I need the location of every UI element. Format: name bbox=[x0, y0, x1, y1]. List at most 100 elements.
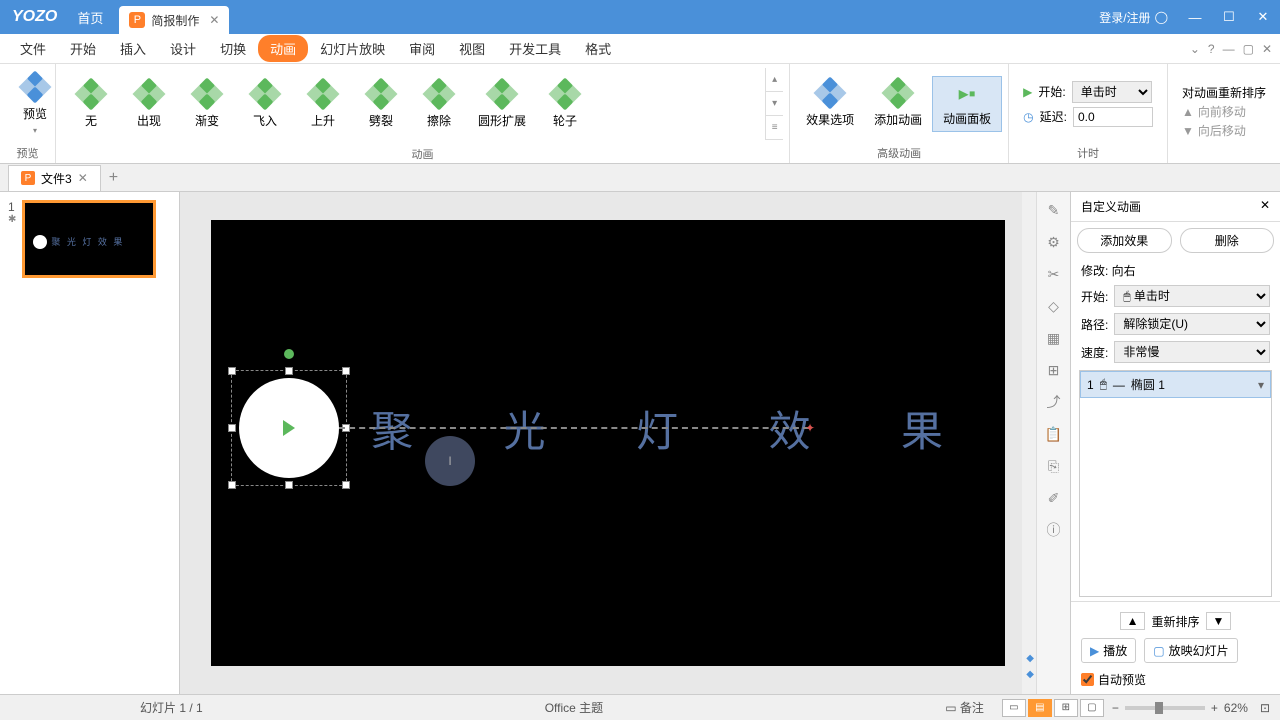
delay-icon: ◷ bbox=[1023, 110, 1033, 124]
edit-icon[interactable]: ✎ bbox=[1044, 200, 1064, 220]
anim-圆形扩展[interactable]: 圆形扩展 bbox=[468, 76, 536, 133]
add-tab-button[interactable]: + bbox=[101, 169, 126, 187]
menu-格式[interactable]: 格式 bbox=[573, 35, 623, 62]
resize-handle[interactable] bbox=[285, 481, 293, 489]
move-forward-button[interactable]: ▲向前移动 bbox=[1182, 103, 1266, 120]
auto-preview-label: 自动预览 bbox=[1098, 671, 1146, 688]
menu-动画[interactable]: 动画 bbox=[258, 35, 308, 62]
close-doc-icon[interactable]: ✕ bbox=[1262, 42, 1272, 56]
anim-渐变[interactable]: 渐变 bbox=[178, 76, 236, 133]
move-backward-button[interactable]: ▼向后移动 bbox=[1182, 122, 1266, 139]
vertical-scrollbar[interactable] bbox=[1022, 192, 1036, 694]
menu-设计[interactable]: 设计 bbox=[158, 35, 208, 62]
close-tab-icon[interactable]: ✕ bbox=[209, 13, 219, 27]
normal-view-button[interactable]: ▭ bbox=[1002, 699, 1026, 717]
restore-icon[interactable]: ▢ bbox=[1243, 42, 1254, 56]
zoom-level[interactable]: 62% bbox=[1224, 701, 1248, 715]
anim-轮子[interactable]: 轮子 bbox=[536, 76, 594, 133]
anim-无[interactable]: 无 bbox=[62, 76, 120, 133]
cut-icon[interactable]: ✂ bbox=[1044, 264, 1064, 284]
resize-handle[interactable] bbox=[342, 367, 350, 375]
effect-options-button[interactable]: 效果选项 bbox=[796, 75, 864, 132]
animation-list-item[interactable]: 1 🖱 — 椭圆 1 ▾ bbox=[1080, 371, 1271, 398]
animation-pane-button[interactable]: ▸▪ 动画面板 bbox=[932, 76, 1002, 132]
copy-icon[interactable]: ⎘ bbox=[1044, 456, 1064, 476]
grid-icon[interactable]: ▦ bbox=[1044, 328, 1064, 348]
next-slide-icon[interactable]: ◆ bbox=[1026, 669, 1034, 680]
grid2-icon[interactable]: ⊞ bbox=[1044, 360, 1064, 380]
slide-thumbnail[interactable]: 聚 光 灯 效 果 bbox=[22, 200, 156, 278]
delay-input[interactable] bbox=[1073, 107, 1153, 127]
panel-start-select[interactable]: 🖱 单击时 bbox=[1114, 285, 1270, 307]
resize-handle[interactable] bbox=[285, 367, 293, 375]
resize-handle[interactable] bbox=[228, 424, 236, 432]
add-effect-button[interactable]: 添加效果 bbox=[1077, 228, 1172, 253]
note-icon[interactable]: ✐ bbox=[1044, 488, 1064, 508]
start-select[interactable]: 单击时 bbox=[1072, 81, 1152, 103]
slideshow-button[interactable]: ▢放映幻灯片 bbox=[1144, 638, 1237, 663]
sorter-view-button[interactable]: ⊞ bbox=[1054, 699, 1078, 717]
zoom-slider[interactable] bbox=[1125, 706, 1205, 710]
anim-上升[interactable]: 上升 bbox=[294, 76, 352, 133]
play-button[interactable]: ▶播放 bbox=[1081, 638, 1136, 663]
slide-canvas[interactable]: 聚 光 灯 效 果 ✦ I bbox=[211, 220, 1005, 666]
menu-幻灯片放映[interactable]: 幻灯片放映 bbox=[308, 35, 397, 62]
outline-view-button[interactable]: ▤ bbox=[1028, 699, 1052, 717]
menu-开始[interactable]: 开始 bbox=[58, 35, 108, 62]
gallery-up-icon[interactable]: ▴ bbox=[766, 68, 783, 92]
file-tab[interactable]: P 文件3 ✕ bbox=[8, 165, 101, 191]
path-start-icon[interactable] bbox=[283, 420, 295, 436]
notes-button[interactable]: ▭ 备注 bbox=[945, 699, 984, 716]
menu-视图[interactable]: 视图 bbox=[447, 35, 497, 62]
menu-文件[interactable]: 文件 bbox=[8, 35, 58, 62]
menu-插入[interactable]: 插入 bbox=[108, 35, 158, 62]
panel-path-select[interactable]: 解除锁定(U) bbox=[1114, 313, 1270, 335]
zoom-out-button[interactable]: − bbox=[1112, 701, 1119, 715]
minimize-ribbon-icon[interactable]: — bbox=[1223, 42, 1235, 56]
eraser-icon[interactable]: ◇ bbox=[1044, 296, 1064, 316]
reorder-down-icon[interactable]: ▼ bbox=[1206, 612, 1232, 630]
export-icon[interactable]: ⤴ bbox=[1044, 392, 1064, 412]
anim-出现[interactable]: 出现 bbox=[120, 76, 178, 133]
document-tab[interactable]: P 简报制作 ✕ bbox=[119, 6, 229, 34]
settings-icon[interactable]: ⚙ bbox=[1044, 232, 1064, 252]
resize-handle[interactable] bbox=[228, 481, 236, 489]
item-dropdown-icon[interactable]: ▾ bbox=[1258, 378, 1264, 392]
zoom-in-button[interactable]: + bbox=[1211, 701, 1218, 715]
gallery-more-icon[interactable]: ≡ bbox=[766, 116, 783, 140]
help-icon[interactable]: ? bbox=[1208, 42, 1215, 56]
path-end-icon[interactable]: ✦ bbox=[805, 421, 815, 435]
menu-开发工具[interactable]: 开发工具 bbox=[497, 35, 573, 62]
gallery-down-icon[interactable]: ▾ bbox=[766, 92, 783, 116]
home-button[interactable]: 首页 bbox=[69, 8, 111, 27]
close-file-icon[interactable]: ✕ bbox=[78, 171, 88, 185]
clipboard-icon[interactable]: 📋 bbox=[1044, 424, 1064, 444]
modify-label: 修改: 向右 bbox=[1071, 259, 1280, 282]
motion-path[interactable] bbox=[339, 427, 809, 429]
add-animation-button[interactable]: 添加动画 bbox=[864, 75, 932, 132]
auto-preview-checkbox[interactable] bbox=[1081, 673, 1094, 686]
resize-handle[interactable] bbox=[228, 367, 236, 375]
reading-view-button[interactable]: ▢ bbox=[1080, 699, 1104, 717]
resize-handle[interactable] bbox=[342, 481, 350, 489]
menu-审阅[interactable]: 审阅 bbox=[397, 35, 447, 62]
login-button[interactable]: 登录/注册 ◯ bbox=[1089, 9, 1178, 26]
close-panel-icon[interactable]: ✕ bbox=[1260, 198, 1270, 215]
panel-speed-select[interactable]: 非常慢 bbox=[1114, 341, 1270, 363]
info-icon[interactable]: ⓘ bbox=[1044, 520, 1064, 540]
fit-button[interactable]: ⊡ bbox=[1260, 701, 1270, 715]
ribbon-options-icon[interactable]: ⌄ bbox=[1190, 42, 1200, 56]
menu-切换[interactable]: 切换 bbox=[208, 35, 258, 62]
rotate-handle[interactable] bbox=[284, 349, 294, 359]
theme-label: Office 主题 bbox=[545, 699, 603, 716]
reorder-up-icon[interactable]: ▲ bbox=[1120, 612, 1146, 630]
minimize-button[interactable]: — bbox=[1178, 0, 1212, 34]
prev-slide-icon[interactable]: ◆ bbox=[1026, 653, 1034, 664]
maximize-button[interactable]: ☐ bbox=[1212, 0, 1246, 34]
anim-飞入[interactable]: 飞入 bbox=[236, 76, 294, 133]
anim-擦除[interactable]: 擦除 bbox=[410, 76, 468, 133]
canvas-area[interactable]: 聚 光 灯 效 果 ✦ I ◆ ◆ bbox=[180, 192, 1036, 694]
delete-button[interactable]: 删除 bbox=[1180, 228, 1275, 253]
anim-劈裂[interactable]: 劈裂 bbox=[352, 76, 410, 133]
close-button[interactable]: ✕ bbox=[1246, 0, 1280, 34]
